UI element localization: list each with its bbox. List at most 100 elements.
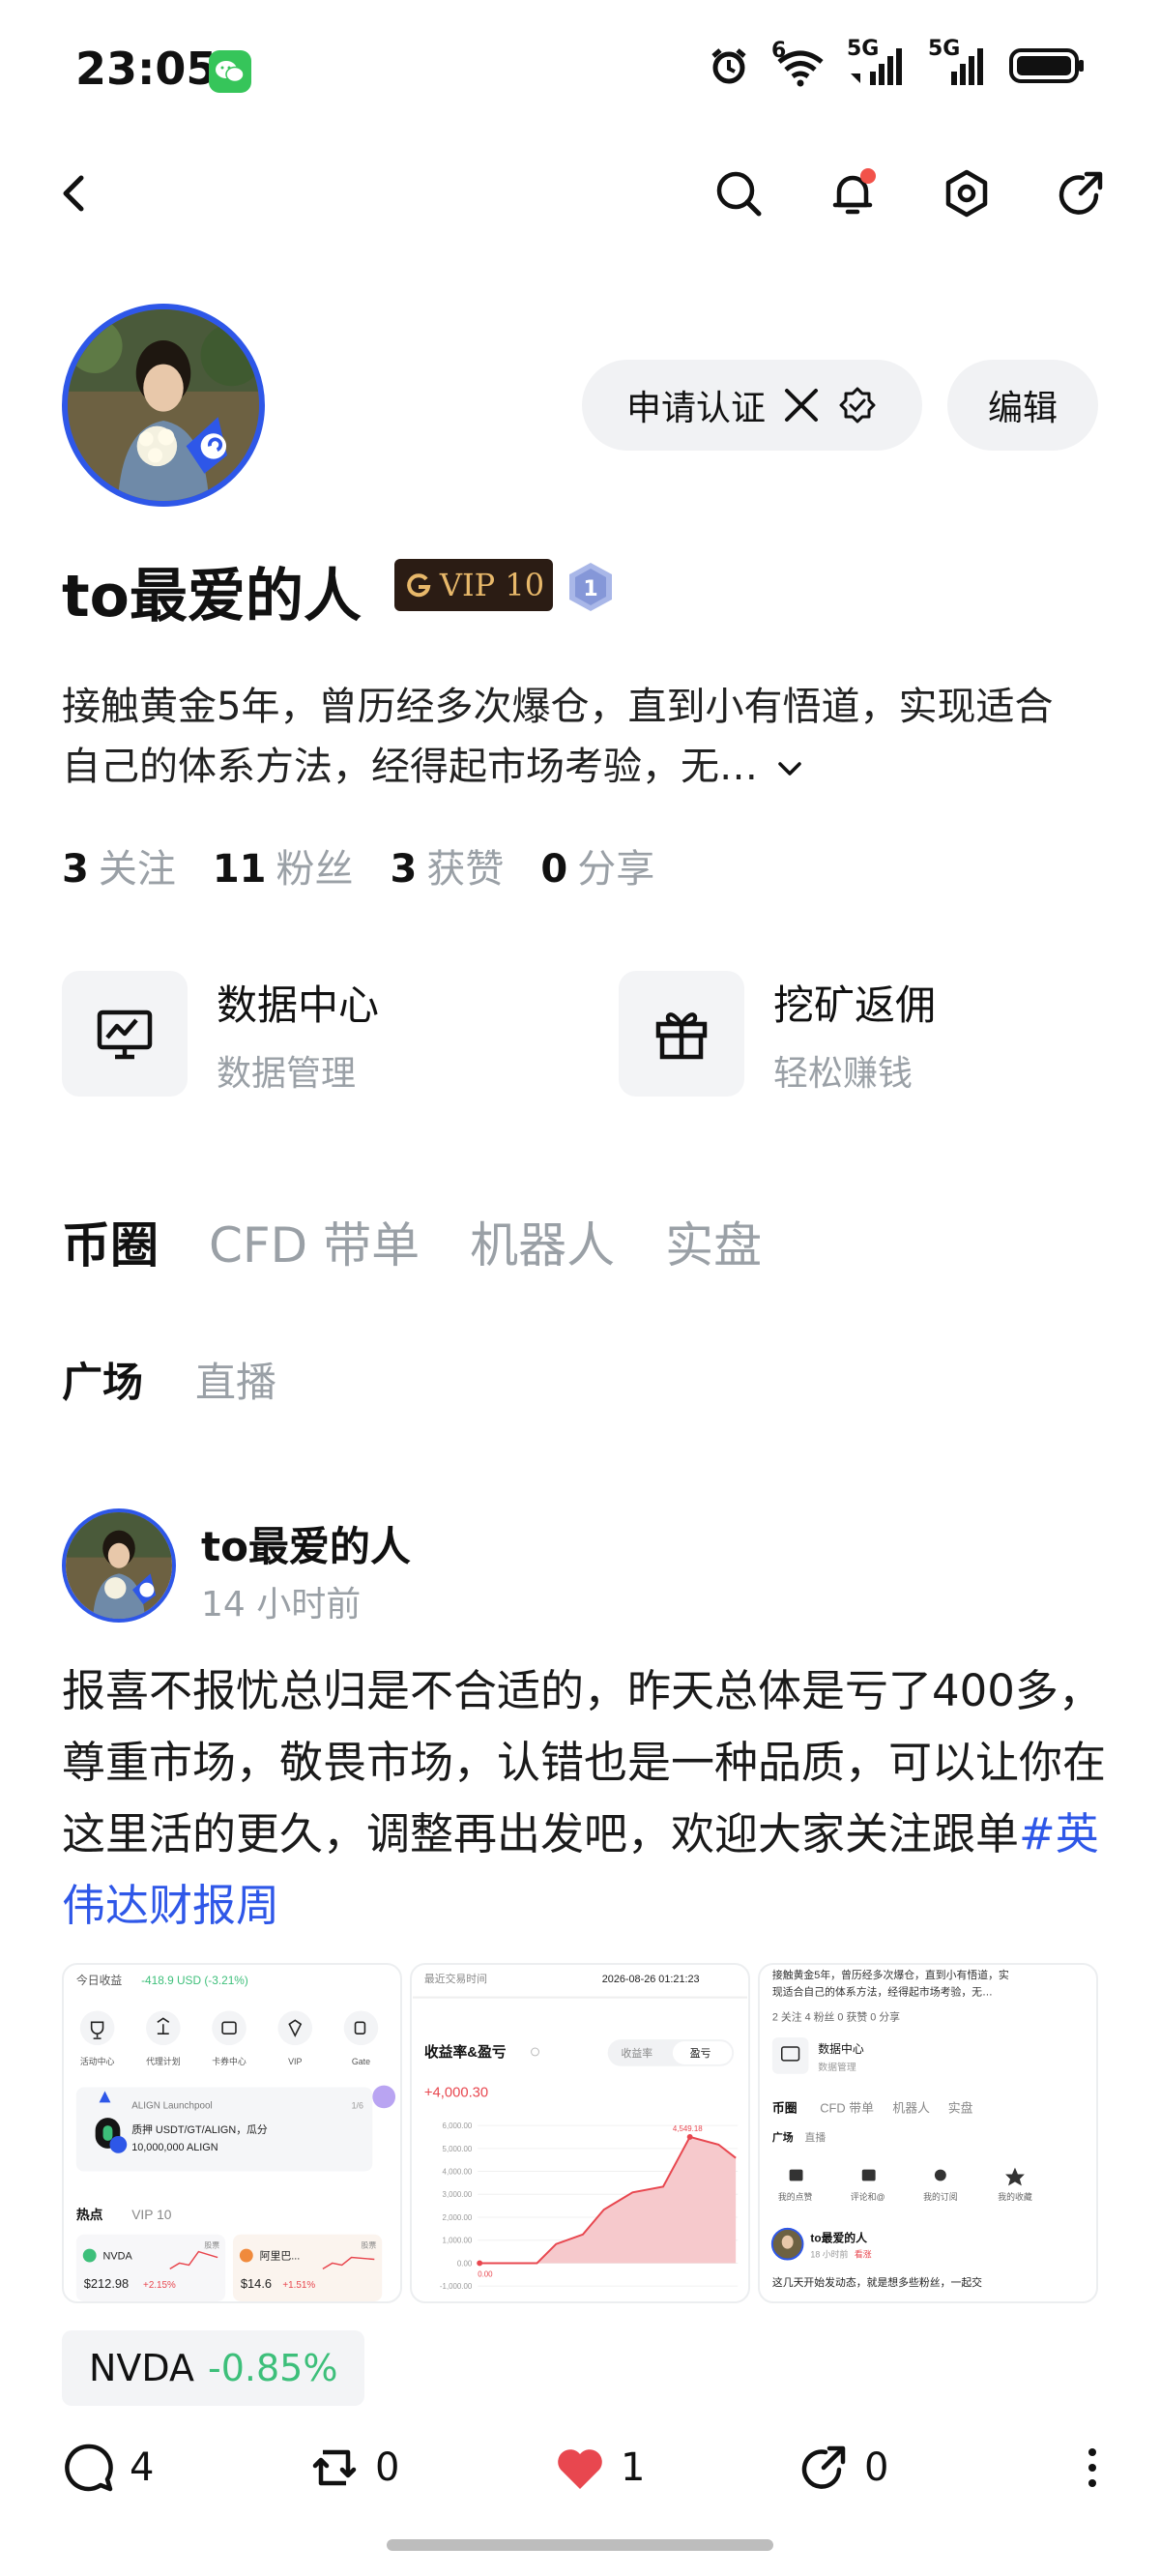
chart-peak-point	[686, 2133, 693, 2140]
thumb3-bio1: 接触黄金5年，曾历经多次爆仓，直到小有悟道，实	[772, 1968, 1009, 1981]
thumb1-launch-desc2: 10,000,000 ALIGN	[131, 2142, 218, 2153]
thumb3-tag: 看涨	[855, 2250, 872, 2260]
share-count: 0	[864, 2445, 889, 2490]
level-number: 1	[583, 577, 597, 601]
stat-shares[interactable]: 0 分享	[540, 837, 654, 893]
tab-crypto[interactable]: 币圈	[62, 1207, 159, 1276]
mining-rebate-card[interactable]: 挖矿返佣 轻松赚钱	[619, 971, 936, 1097]
wifi-icon: 6	[771, 39, 826, 87]
search-icon[interactable]	[710, 164, 768, 222]
thumb1-stock2-change: +1.51%	[282, 2280, 315, 2291]
tab-robot[interactable]: 机器人	[470, 1207, 615, 1276]
chart-y-tick: 2,000.00	[443, 2213, 473, 2222]
share-button[interactable]: 0	[797, 2441, 888, 2495]
like-button[interactable]: 1	[553, 2441, 645, 2495]
more-vertical-icon	[1088, 2448, 1096, 2487]
ticker-name: NVDA	[89, 2347, 195, 2389]
more-options-button[interactable]	[1065, 2441, 1119, 2495]
top-nav	[0, 155, 1160, 232]
post-image-2[interactable]: 最近交易时间 2026-08-26 01:21:23 收益率&盈亏 收益率 盈亏…	[410, 1963, 750, 2303]
chevron-down-icon[interactable]	[770, 749, 809, 788]
chart-area	[478, 2136, 737, 2264]
bell-icon[interactable]	[824, 164, 882, 222]
chart-y-tick: 5,000.00	[443, 2145, 473, 2153]
heart-icon	[558, 2449, 602, 2489]
avatar[interactable]	[62, 304, 265, 507]
chart-y-tick: 1,000.00	[443, 2237, 473, 2245]
thumb3-card-sub: 数据管理	[818, 2061, 856, 2073]
card-subtitle: 数据管理	[217, 1053, 357, 1094]
thumb3-stats: 2 关注 4 粉丝 0 获赞 0 分享	[772, 2009, 900, 2023]
tab-live-trading[interactable]: 实盘	[665, 1207, 762, 1276]
repost-button[interactable]: 0	[307, 2441, 399, 2495]
chart-start-label: 0.00	[478, 2269, 493, 2278]
post-author-avatar[interactable]	[62, 1508, 176, 1623]
thumb1-icon-row	[79, 2010, 379, 2046]
thumb2-datetime: 2026-08-26 01:21:23	[602, 1974, 700, 1985]
thumb1-launch-desc1: 质押 USDT/GT/ALIGN，瓜分	[131, 2122, 268, 2136]
chart-peak-label: 4,549.18	[673, 2124, 703, 2133]
thumb1-header: 今日收益	[76, 1974, 123, 1987]
thumb1-stock1-price: $212.98	[84, 2276, 129, 2291]
status-icons: 6 5G 5G	[708, 37, 1087, 87]
share-icon[interactable]	[1052, 164, 1110, 222]
gate-logo-icon	[407, 573, 431, 598]
card-subtitle: 轻松赚钱	[773, 1053, 914, 1094]
edit-profile-button[interactable]: 编辑	[947, 360, 1098, 451]
thumb3-tab: 机器人	[892, 2100, 930, 2115]
thumb1-launch-title: ALIGN Launchpool	[131, 2100, 212, 2111]
thumb2-title: 收益率&盈亏	[424, 2043, 507, 2061]
thumb3-icon-label: 评论和@	[851, 2191, 885, 2202]
chart-y-tick: 3,000.00	[443, 2190, 473, 2199]
post-author-name[interactable]: to最爱的人	[201, 1514, 411, 1573]
profile-bio[interactable]: 接触黄金5年，曾历经多次爆仓，直到小有悟道，实现适合自己的体系方法，经得起市场考…	[62, 677, 1087, 797]
bio-text: 接触黄金5年，曾历经多次爆仓，直到小有悟道，实现适合自己的体系方法，经得起市场考…	[62, 685, 1054, 789]
thumb1-stock1-name: NVDA	[103, 2251, 133, 2263]
share-icon	[801, 2445, 846, 2489]
thumb1-icon-label: 卡券中心	[212, 2056, 246, 2066]
post-image-1[interactable]: 今日收益 -418.9 USD (-3.21%) 活动中心 代理计划 卡券中心 …	[62, 1963, 402, 2303]
data-center-card[interactable]: 数据中心 数据管理	[62, 971, 379, 1097]
chart-y-tick: 0.00	[457, 2259, 473, 2268]
profile-name: to最爱的人	[62, 563, 362, 630]
chart-start-point	[477, 2260, 483, 2267]
stat-likes[interactable]: 3 获赞	[391, 837, 505, 893]
thumb1-icon-label: 活动中心	[80, 2056, 115, 2066]
x-logo-icon	[785, 389, 818, 422]
thumb3-author: to最爱的人	[810, 2232, 867, 2245]
comment-icon	[65, 2444, 113, 2492]
post-image-3[interactable]: 接触黄金5年，曾历经多次爆仓，直到小有悟道，实 现适合自己的体系方法，经得起市场…	[758, 1963, 1098, 2303]
thumb3-icon-label: 我的点赞	[778, 2191, 813, 2202]
tab-cfd[interactable]: CFD 带单	[209, 1207, 420, 1276]
comment-count: 4	[130, 2445, 155, 2490]
stat-followers[interactable]: 11 粉丝	[213, 837, 354, 893]
vip-label: VIP 10	[439, 567, 545, 603]
thumb3-card-title: 数据中心	[818, 2042, 864, 2056]
stat-following[interactable]: 3 关注	[62, 837, 176, 893]
stock-ticker-chip[interactable]: NVDA -0.85%	[62, 2330, 365, 2406]
thumb3-tab: 币圈	[772, 2100, 798, 2115]
thumb2-seg2: 盈亏	[690, 2047, 711, 2060]
thumb3-subtab: 广场	[772, 2130, 794, 2144]
profile-stats: 3 关注 11 粉丝 3 获赞 0 分享	[62, 837, 654, 893]
thumb3-icon-label: 我的订阅	[923, 2191, 958, 2202]
gift-icon	[619, 971, 744, 1097]
apply-verification-label: 申请认证	[625, 389, 766, 428]
thumb1-stock1-tag: 股票	[204, 2241, 219, 2250]
chart-y-tick: 4,000.00	[443, 2168, 473, 2177]
main-tabs: 币圈 CFD 带单 机器人 实盘	[62, 1207, 762, 1276]
signal-icon: 5G	[847, 37, 907, 87]
subtab-live[interactable]: 直播	[195, 1350, 276, 1409]
verified-badge-icon	[839, 387, 876, 424]
settings-icon[interactable]	[938, 164, 996, 222]
subtab-square[interactable]: 广场	[62, 1350, 143, 1409]
thumb2-label: 最近交易时间	[424, 1972, 487, 1985]
back-icon[interactable]	[46, 164, 104, 222]
apply-verification-button[interactable]: 申请认证	[582, 360, 922, 451]
comment-button[interactable]: 4	[62, 2441, 154, 2495]
sub-tabs: 广场 直播	[62, 1350, 276, 1409]
home-indicator[interactable]	[387, 2539, 773, 2551]
thumb1-hot: 热点	[76, 2207, 103, 2222]
battery-icon	[1009, 48, 1084, 83]
post-images: 今日收益 -418.9 USD (-3.21%) 活动中心 代理计划 卡券中心 …	[62, 1963, 1098, 2303]
